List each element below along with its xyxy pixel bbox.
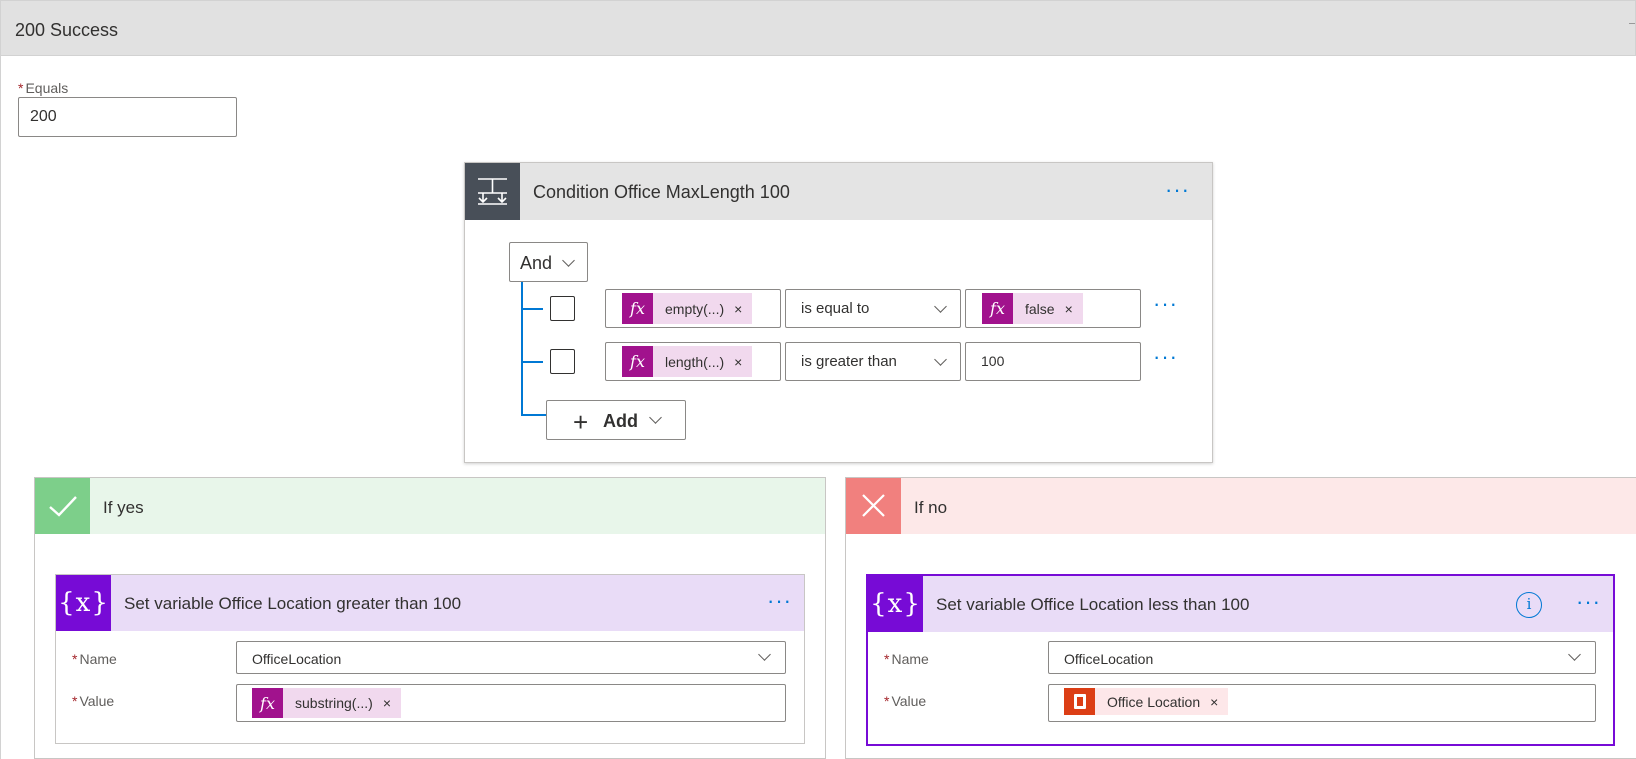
condition-card: Condition Office MaxLength 100 ··· And f… xyxy=(464,162,1213,463)
if-no-header[interactable]: If no xyxy=(846,478,1636,534)
token-label: false xyxy=(1025,300,1055,317)
condition-left-operand[interactable]: fx empty(...) × xyxy=(605,289,781,328)
dynamic-content-token[interactable]: Office Location × xyxy=(1064,688,1229,715)
required-mark: * xyxy=(884,693,890,709)
expression-token[interactable]: fx substring(...) × xyxy=(252,688,401,718)
set-variable-action: {x} Set variable Office Location greater… xyxy=(55,574,805,744)
group-operator-dropdown[interactable]: And xyxy=(509,242,588,282)
action-header[interactable]: {x} Set variable Office Location greater… xyxy=(56,575,804,631)
row-more-icon[interactable]: ··· xyxy=(1153,346,1178,368)
tree-branch xyxy=(521,361,543,363)
add-condition-button[interactable]: + Add xyxy=(546,400,686,440)
add-label: Add xyxy=(603,411,638,431)
variable-icon: {x} xyxy=(868,576,923,632)
tree-connector xyxy=(521,282,523,416)
tree-branch xyxy=(521,308,543,310)
value-input[interactable]: fx substring(...) × xyxy=(236,684,786,722)
value-label-text: Value xyxy=(79,693,115,709)
variable-icon: {x} xyxy=(56,575,111,631)
value-label-text: Value xyxy=(891,693,927,709)
token-label: Office Location xyxy=(1107,693,1201,710)
required-mark: * xyxy=(72,651,78,667)
plus-icon: + xyxy=(573,407,589,437)
condition-left-operand[interactable]: fx length(...) × xyxy=(605,342,781,381)
checkmark-icon xyxy=(35,478,90,534)
name-dropdown[interactable]: OfficeLocation xyxy=(1048,641,1596,674)
expression-token[interactable]: fx false × xyxy=(982,293,1083,324)
chevron-down-icon xyxy=(934,300,947,313)
required-mark: * xyxy=(884,651,890,667)
chevron-down-icon xyxy=(934,353,947,366)
chevron-down-icon xyxy=(562,254,575,267)
condition-right-operand[interactable]: 100 xyxy=(965,342,1141,381)
fx-icon: fx xyxy=(622,293,653,324)
fx-icon: fx xyxy=(622,346,653,377)
case-header[interactable]: 200 Success xyxy=(0,0,1636,56)
equals-label-text: Equals xyxy=(25,80,69,96)
condition-right-operand[interactable]: fx false × xyxy=(965,289,1141,328)
token-label: empty(...) xyxy=(665,300,725,317)
expression-token[interactable]: fx length(...) × xyxy=(622,346,753,377)
fx-icon: fx xyxy=(982,293,1013,324)
value-input[interactable]: Office Location × xyxy=(1048,684,1596,722)
value-label: * Value xyxy=(884,693,926,709)
case-title: 200 Success xyxy=(15,20,119,40)
office-365-icon xyxy=(1064,688,1095,715)
action-more-icon[interactable]: ··· xyxy=(1576,591,1601,613)
operator-value: is equal to xyxy=(801,300,870,317)
action-title: Set variable Office Location less than 1… xyxy=(936,595,1250,614)
name-value: OfficeLocation xyxy=(1064,651,1154,667)
row-checkbox[interactable] xyxy=(550,349,575,374)
required-mark: * xyxy=(18,80,24,96)
if-yes-title: If yes xyxy=(103,498,144,517)
case-left-border xyxy=(0,56,1,759)
condition-header[interactable]: Condition Office MaxLength 100 ··· xyxy=(465,163,1212,220)
token-label: substring(...) xyxy=(295,695,373,711)
tree-branch xyxy=(521,414,546,416)
action-more-icon[interactable]: ··· xyxy=(767,590,792,612)
remove-token-icon[interactable]: × xyxy=(734,301,752,317)
set-variable-action-selected: {x} Set variable Office Location less th… xyxy=(866,574,1615,746)
remove-token-icon[interactable]: × xyxy=(734,354,752,370)
fx-icon: fx xyxy=(252,688,283,718)
condition-title: Condition Office MaxLength 100 xyxy=(533,182,790,202)
name-label-text: Name xyxy=(891,651,929,667)
operator-value: is greater than xyxy=(801,353,897,370)
name-label: * Name xyxy=(72,651,117,667)
condition-operator-dropdown[interactable]: is greater than xyxy=(785,342,961,381)
if-yes-header[interactable]: If yes xyxy=(35,478,825,534)
action-header[interactable]: {x} Set variable Office Location less th… xyxy=(868,576,1613,632)
remove-token-icon[interactable]: × xyxy=(1065,301,1083,317)
remove-token-icon[interactable]: × xyxy=(383,695,401,711)
value-label: * Value xyxy=(72,693,114,709)
equals-input[interactable]: 200 xyxy=(18,97,237,137)
equals-label: * Equals xyxy=(18,80,68,96)
name-label-text: Name xyxy=(79,651,117,667)
close-icon xyxy=(846,478,901,534)
condition-operator-dropdown[interactable]: is equal to xyxy=(785,289,961,328)
name-value: OfficeLocation xyxy=(252,651,342,667)
name-dropdown[interactable]: OfficeLocation xyxy=(236,641,786,674)
remove-token-icon[interactable]: × xyxy=(1210,694,1228,710)
condition-icon xyxy=(465,163,520,220)
expression-token[interactable]: fx empty(...) × xyxy=(622,293,753,324)
token-label: length(...) xyxy=(665,353,725,370)
row-more-icon[interactable]: ··· xyxy=(1153,293,1178,315)
chevron-down-icon xyxy=(1568,648,1581,661)
info-icon[interactable]: i xyxy=(1516,592,1542,618)
required-mark: * xyxy=(72,693,78,709)
if-yes-branch: If yes {x} Set variable Office Location … xyxy=(34,477,826,759)
operand-value: 100 xyxy=(981,353,1005,369)
if-no-branch: If no {x} Set variable Office Location l… xyxy=(845,477,1636,759)
group-operator-value: And xyxy=(520,253,553,273)
condition-more-icon[interactable]: ··· xyxy=(1165,179,1190,201)
row-checkbox[interactable] xyxy=(550,296,575,321)
name-label: * Name xyxy=(884,651,929,667)
case-header-edge xyxy=(1629,23,1635,33)
chevron-down-icon xyxy=(758,648,771,661)
action-title: Set variable Office Location greater tha… xyxy=(124,594,462,613)
if-no-title: If no xyxy=(914,498,948,517)
chevron-down-icon xyxy=(649,411,662,424)
